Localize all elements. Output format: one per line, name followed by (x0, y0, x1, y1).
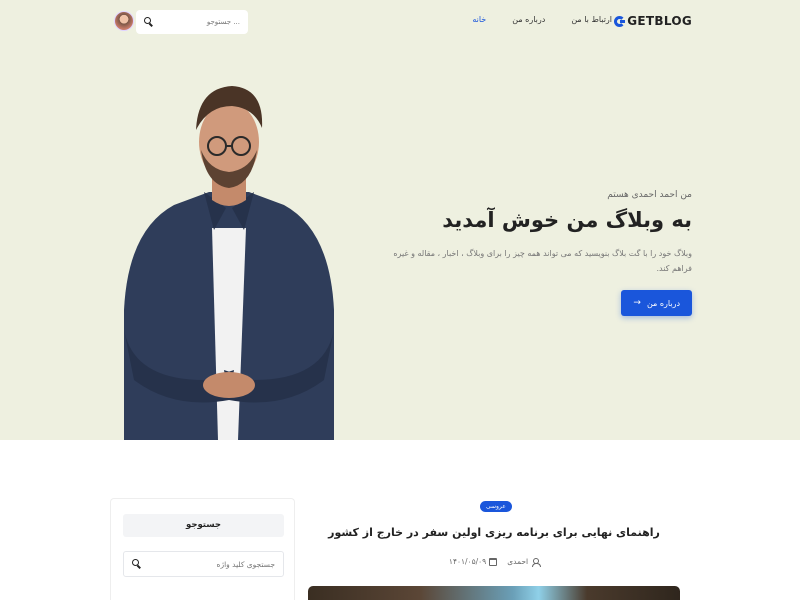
sidebar-heading: جستوجو (123, 514, 284, 537)
post-title[interactable]: راهنمای نهایی برای برنامه ریزی اولین سفر… (308, 526, 680, 539)
menu-item-contact[interactable]: ارتباط با من (571, 15, 612, 24)
hero-title: به وبلاگ من خوش آمدید (442, 208, 692, 232)
search-icon[interactable] (132, 559, 142, 569)
blog-post-card: عروسی راهنمای نهایی برای برنامه ریزی اول… (308, 498, 680, 600)
hero-description: وبلاگ خود را با گت بلاگ بنویسید که می تو… (393, 249, 692, 274)
about-me-button-label: درباره من (646, 298, 680, 308)
hero-text-block: من احمد احمدی هستم به وبلاگ من خوش آمدید… (372, 190, 692, 317)
about-me-button[interactable]: درباره من → (621, 290, 692, 317)
post-meta: احمدی ۱۴۰۱/۰۵/۰۹ (308, 557, 680, 567)
category-badge[interactable]: عروسی (480, 501, 512, 512)
post-author: احمدی (507, 557, 541, 567)
main-menu: خانه درباره من ارتباط با من (472, 15, 612, 24)
hero-subtitle: من احمد احمدی هستم (607, 190, 692, 200)
post-image[interactable] (308, 586, 680, 600)
sidebar-search-widget: جستوجو (110, 498, 295, 600)
hero-person-image (124, 86, 334, 440)
calendar-icon (489, 557, 498, 566)
nav-search-input[interactable] (160, 18, 240, 26)
menu-item-home[interactable]: خانه (472, 15, 486, 24)
menu-item-about[interactable]: درباره من (512, 15, 545, 24)
sidebar-search-box (123, 551, 284, 577)
post-date-value: ۱۴۰۱/۰۵/۰۹ (448, 557, 487, 566)
hero-section: من احمد احمدی هستم به وبلاگ من خوش آمدید… (0, 0, 800, 440)
search-icon[interactable] (144, 17, 154, 27)
post-date: ۱۴۰۱/۰۵/۰۹ (448, 557, 498, 566)
logo-g-icon (614, 15, 626, 27)
site-logo[interactable]: GETBLOG (614, 14, 692, 28)
arrow-right-icon: → (633, 298, 641, 309)
post-author-name: احمدی (507, 557, 529, 566)
top-navbar: GETBLOG خانه درباره من ارتباط با من (0, 0, 800, 45)
logo-text: GETBLOG (627, 14, 692, 28)
sidebar-search-input[interactable] (155, 559, 275, 569)
avatar[interactable] (114, 11, 134, 31)
nav-search-box (136, 10, 248, 34)
user-icon (531, 557, 541, 567)
